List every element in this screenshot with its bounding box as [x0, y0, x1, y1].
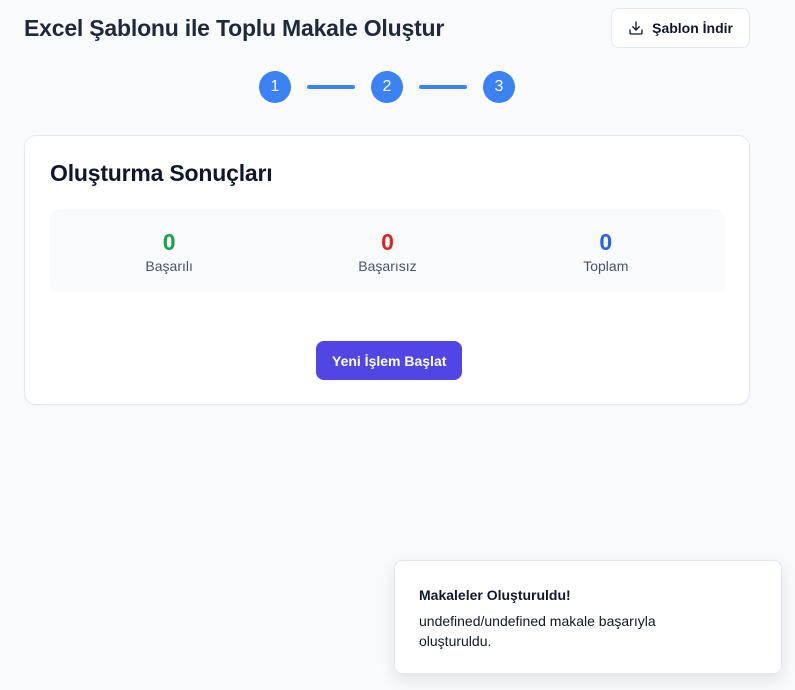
stat-success-value: 0: [162, 228, 176, 255]
stat-total: 0 Toplam: [506, 228, 706, 274]
stat-failed-label: Başarısız: [358, 257, 417, 274]
toast-message: undefined/undefined makale başarıyla olu…: [419, 613, 656, 649]
header: Excel Şablonu ile Toplu Makale Oluştur Ş…: [24, 8, 750, 48]
stat-failed: 0 Başarısız: [287, 228, 487, 274]
download-template-button[interactable]: Şablon İndir: [611, 8, 750, 48]
download-template-label: Şablon İndir: [652, 20, 733, 36]
download-icon: [628, 20, 644, 36]
page-title: Excel Şablonu ile Toplu Makale Oluştur: [24, 14, 445, 41]
results-card: Oluşturma Sonuçları 0 Başarılı 0 Başarıs…: [24, 135, 750, 405]
stat-failed-value: 0: [381, 228, 394, 255]
page: Excel Şablonu ile Toplu Makale Oluştur Ş…: [0, 0, 795, 690]
stat-success-label: Başarılı: [145, 257, 193, 274]
stats-panel: 0 Başarılı 0 Başarısız 0 Toplam: [50, 209, 725, 292]
stat-success: 0 Başarılı: [69, 228, 269, 274]
step-1: 1: [259, 71, 291, 103]
stepper: 1 2 3: [259, 71, 515, 103]
results-title: Oluşturma Sonuçları: [50, 160, 273, 186]
step-connector: [307, 85, 355, 89]
stat-total-label: Toplam: [583, 257, 629, 274]
step-2: 2: [371, 71, 403, 103]
new-process-button[interactable]: Yeni İşlem Başlat: [316, 341, 463, 380]
step-connector: [419, 85, 467, 89]
stat-total-value: 0: [599, 228, 613, 255]
toast-title: Makaleler Oluşturuldu!: [419, 587, 571, 603]
step-3: 3: [483, 71, 515, 103]
toast-notification[interactable]: Makaleler Oluşturuldu! undefined/undefin…: [394, 560, 782, 674]
